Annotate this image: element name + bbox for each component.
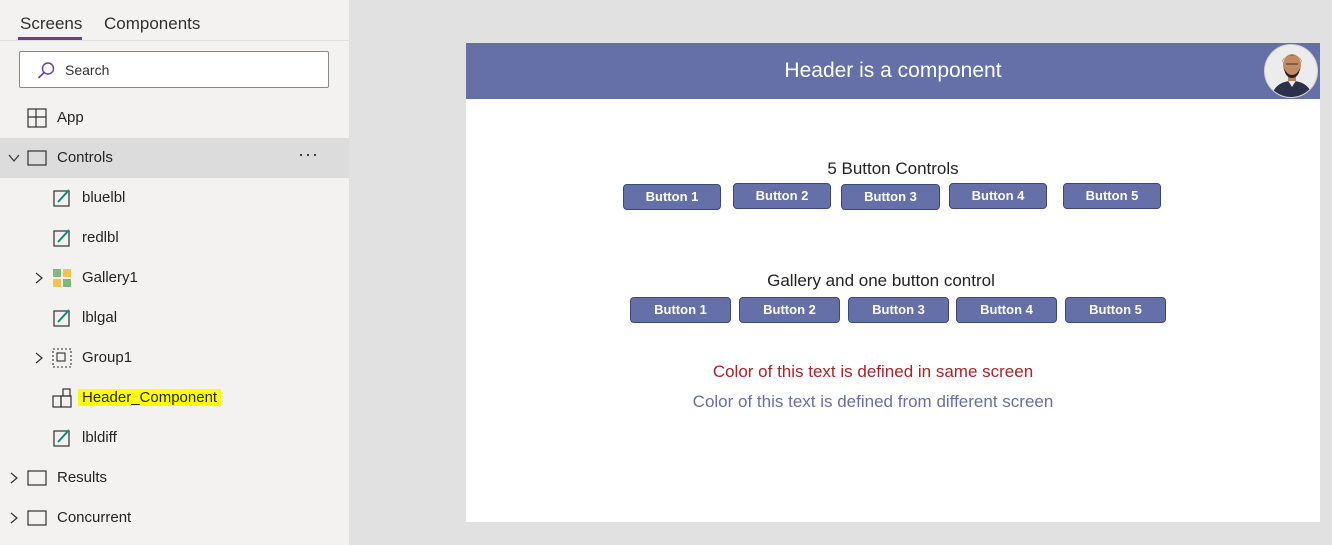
tree-item-label: bluelbl [82,189,126,206]
search-box[interactable] [19,51,329,88]
caption-gallery: Gallery and one button control [767,271,995,290]
tree-item-label: lbldiff [82,429,117,446]
red-label: Color of this text is defined in same sc… [712,362,1034,381]
screen-icon [27,510,47,526]
chevron-right-icon[interactable] [32,351,46,365]
tab-components[interactable]: Components [104,14,200,34]
blue-label: Color of this text is defined from diffe… [692,392,1054,411]
tree-item-results[interactable]: Results [0,458,349,498]
screen-icon [27,150,47,166]
button-control-5[interactable]: Button 5 [1063,183,1161,209]
gallery-button-3[interactable]: Button 3 [848,297,949,323]
gallery-button-5[interactable]: Button 5 [1065,297,1166,323]
chevron-down-icon[interactable] [7,151,21,165]
user-avatar-icon [1265,45,1317,97]
header-title: Header is a component [784,59,1002,82]
header-component[interactable]: Header is a component [466,43,1320,99]
label-edit-icon [53,429,70,447]
app-screen-canvas: Header is a component 5 Button Controls … [466,43,1320,522]
tree-item-label: Gallery1 [82,269,138,286]
tree-item-concurrent[interactable]: Concurrent [0,498,349,538]
component-icon [52,388,72,408]
button-control-1[interactable]: Button 1 [623,184,721,210]
screen-icon [27,470,47,486]
chevron-right-icon[interactable] [7,511,21,525]
tree-item-controls[interactable]: Controls ··· [0,138,349,178]
panel-tabs: Screens Components [0,0,349,41]
gallery-button-4[interactable]: Button 4 [956,297,1057,323]
tree-item-redlbl[interactable]: redlbl [0,218,349,258]
tree-item-label: Results [57,469,108,486]
tree-item-gallery1[interactable]: Gallery1 [0,258,349,298]
tree-item-label: Header_Component [78,389,222,406]
gallery-button-2[interactable]: Button 2 [739,297,840,323]
tree-item-group1[interactable]: Group1 [0,338,349,378]
gallery-icon [53,269,71,287]
search-input[interactable] [65,60,315,80]
tree-item-label: Concurrent [57,509,132,526]
chevron-right-icon[interactable] [7,471,21,485]
tree-item-header-component[interactable]: Header_Component [0,378,349,418]
tree-item-lbldiff[interactable]: lbldiff [0,418,349,458]
group-icon [52,348,72,368]
button-control-3[interactable]: Button 3 [841,184,940,210]
tree-item-label: App [57,109,84,126]
more-options-icon[interactable]: ··· [298,144,319,165]
tree-view-panel: Screens Components App Controls ··· [0,0,350,545]
tree-item-bluelbl[interactable]: bluelbl [0,178,349,218]
gallery-button-1[interactable]: Button 1 [630,297,731,323]
app-icon [27,108,47,128]
tab-screens[interactable]: Screens [20,14,82,34]
caption-button-controls: 5 Button Controls [827,159,959,178]
label-edit-icon [53,309,70,327]
tree-item-label: lblgal [82,309,118,326]
tree-item-label: Controls [57,149,113,166]
search-icon [37,62,55,79]
button-control-2[interactable]: Button 2 [733,183,831,209]
tree-item-app[interactable]: App [0,98,349,138]
label-edit-icon [53,189,70,207]
tree-item-lblgal[interactable]: lblgal [0,298,349,338]
tree-item-label: Group1 [82,349,133,366]
active-tab-indicator [18,37,82,40]
tree-item-label: redlbl [82,229,119,246]
chevron-right-icon[interactable] [32,271,46,285]
label-edit-icon [53,229,70,247]
button-control-4[interactable]: Button 4 [949,183,1047,209]
avatar [1264,44,1318,98]
